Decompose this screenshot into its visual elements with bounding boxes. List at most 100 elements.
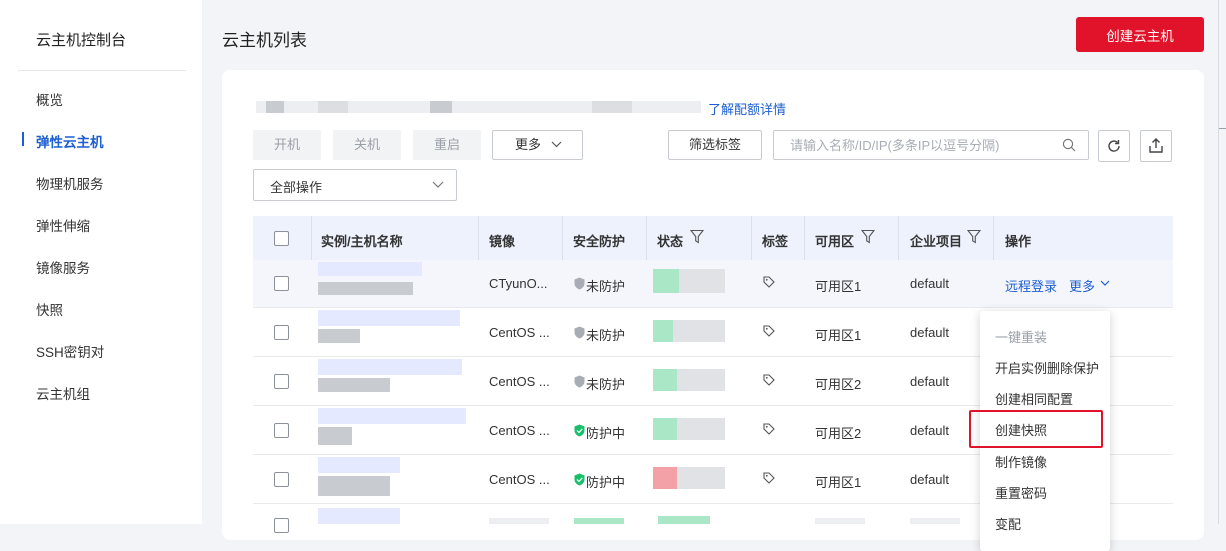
col-divider — [562, 216, 563, 260]
sidebar-item-overview[interactable]: 概览 — [36, 89, 63, 109]
blurred-status — [653, 269, 679, 293]
sidebar-item-bare-metal[interactable]: 物理机服务 — [36, 173, 104, 193]
menu-item-create-image[interactable]: 制作镜像 — [995, 452, 1047, 471]
filter-icon[interactable] — [861, 229, 875, 244]
blurred-cell — [910, 518, 960, 524]
row-checkbox[interactable] — [274, 276, 289, 291]
console-title: 云主机控制台 — [36, 32, 127, 49]
shield-icon — [574, 375, 585, 388]
security-status: 防护中 — [586, 426, 626, 441]
divider — [18, 70, 186, 71]
blurred-instance-id — [318, 427, 352, 445]
sidebar-item-ssh-keys[interactable]: SSH密钥对 — [36, 341, 104, 361]
tag-icon[interactable] — [763, 325, 775, 337]
search-input[interactable] — [788, 137, 1062, 154]
row-divider — [253, 307, 1173, 308]
chevron-down-icon — [432, 181, 444, 188]
batch-operation-select[interactable]: 全部操作 — [253, 169, 457, 201]
sidebar-item-snapshots[interactable]: 快照 — [36, 299, 63, 319]
scroll-marker — [1219, 128, 1226, 129]
col-divider — [751, 216, 752, 260]
shield-check-icon — [574, 424, 585, 437]
security-status: 未防护 — [586, 279, 626, 294]
sidebar-item-ecs[interactable]: 弹性云主机 — [36, 131, 104, 151]
blurred-status — [653, 369, 677, 391]
col-header-status: 状态 — [657, 234, 684, 249]
blurred-status — [653, 418, 677, 440]
blurred-block — [318, 101, 348, 113]
export-button[interactable] — [1140, 130, 1172, 162]
start-button[interactable]: 开机 — [253, 130, 321, 160]
col-header-tags: 标签 — [762, 234, 789, 249]
more-actions-button[interactable]: 更多 — [492, 130, 583, 160]
quota-details-link[interactable]: 了解配额详情 — [708, 99, 786, 118]
tag-icon[interactable] — [763, 276, 775, 288]
tag-icon[interactable] — [763, 374, 775, 386]
chevron-down-icon[interactable] — [1100, 280, 1110, 286]
search-icon[interactable] — [1062, 138, 1076, 152]
blurred-instance-name — [318, 262, 422, 276]
blurred-block — [430, 101, 452, 113]
remote-login-link[interactable]: 远程登录 — [1005, 276, 1057, 295]
security-status: 防护中 — [586, 475, 626, 490]
filter-icon[interactable] — [690, 229, 704, 244]
menu-item-clone-config[interactable]: 创建相同配置 — [995, 389, 1073, 408]
page-title: 云主机列表 — [222, 31, 307, 50]
restart-button[interactable]: 重启 — [413, 130, 481, 160]
project-cell: default — [910, 472, 950, 487]
filter-tags-button[interactable]: 筛选标签 — [668, 130, 762, 160]
blurred-status — [658, 516, 710, 524]
zone-cell: 可用区2 — [815, 377, 862, 392]
row-more-link[interactable]: 更多 — [1069, 276, 1095, 295]
blurred-cell — [489, 518, 549, 524]
stop-button[interactable]: 关机 — [333, 130, 401, 160]
highlight-box — [969, 410, 1103, 448]
tag-icon[interactable] — [763, 423, 775, 435]
sidebar-item-autoscaling[interactable]: 弹性伸缩 — [36, 215, 90, 235]
blurred-status — [653, 320, 673, 342]
blurred-status — [677, 418, 725, 440]
more-actions-label: 更多 — [515, 137, 542, 152]
blurred-instance-id — [318, 329, 360, 343]
menu-item-reset-password[interactable]: 重置密码 — [995, 483, 1047, 502]
sidebar-item-images[interactable]: 镜像服务 — [36, 257, 90, 277]
select-all-checkbox[interactable] — [274, 231, 289, 246]
image-cell: CentOS ... — [489, 423, 550, 438]
col-divider — [478, 216, 479, 260]
blurred-status — [677, 467, 725, 489]
row-checkbox[interactable] — [274, 374, 289, 389]
col-header-zone: 可用区 — [815, 234, 855, 249]
refresh-button[interactable] — [1098, 130, 1130, 162]
row-checkbox[interactable] — [274, 325, 289, 340]
blurred-instance-name — [318, 408, 466, 424]
shield-check-icon — [574, 473, 585, 486]
refresh-icon — [1108, 140, 1120, 152]
blurred-instance-id — [318, 378, 390, 392]
blurred-block — [592, 101, 632, 113]
export-icon — [1149, 138, 1163, 153]
col-header-image: 镜像 — [489, 234, 516, 249]
row-checkbox[interactable] — [274, 423, 289, 438]
filter-icon[interactable] — [967, 229, 981, 244]
active-indicator — [22, 132, 24, 146]
project-cell: default — [910, 325, 950, 340]
row-checkbox[interactable] — [274, 472, 289, 487]
project-cell: default — [910, 276, 950, 291]
menu-item-delete-protection[interactable]: 开启实例删除保护 — [995, 358, 1099, 377]
image-cell: CentOS ... — [489, 325, 550, 340]
chevron-down-icon — [551, 141, 562, 148]
zone-cell: 可用区1 — [815, 328, 862, 343]
blurred-cell — [574, 518, 624, 524]
row-checkbox[interactable] — [274, 518, 289, 533]
menu-item-reinstall[interactable]: 一键重装 — [995, 327, 1047, 346]
image-cell: CentOS ... — [489, 472, 550, 487]
blurred-instance-id — [318, 282, 413, 295]
col-header-project: 企业项目 — [910, 234, 963, 249]
blurred-block — [266, 101, 284, 113]
tag-icon[interactable] — [763, 472, 775, 484]
sidebar-item-server-groups[interactable]: 云主机组 — [36, 383, 90, 403]
image-cell: CentOS ... — [489, 374, 550, 389]
col-divider — [804, 216, 805, 260]
col-divider — [898, 216, 899, 260]
create-instance-button[interactable]: 创建云主机 — [1076, 17, 1204, 52]
